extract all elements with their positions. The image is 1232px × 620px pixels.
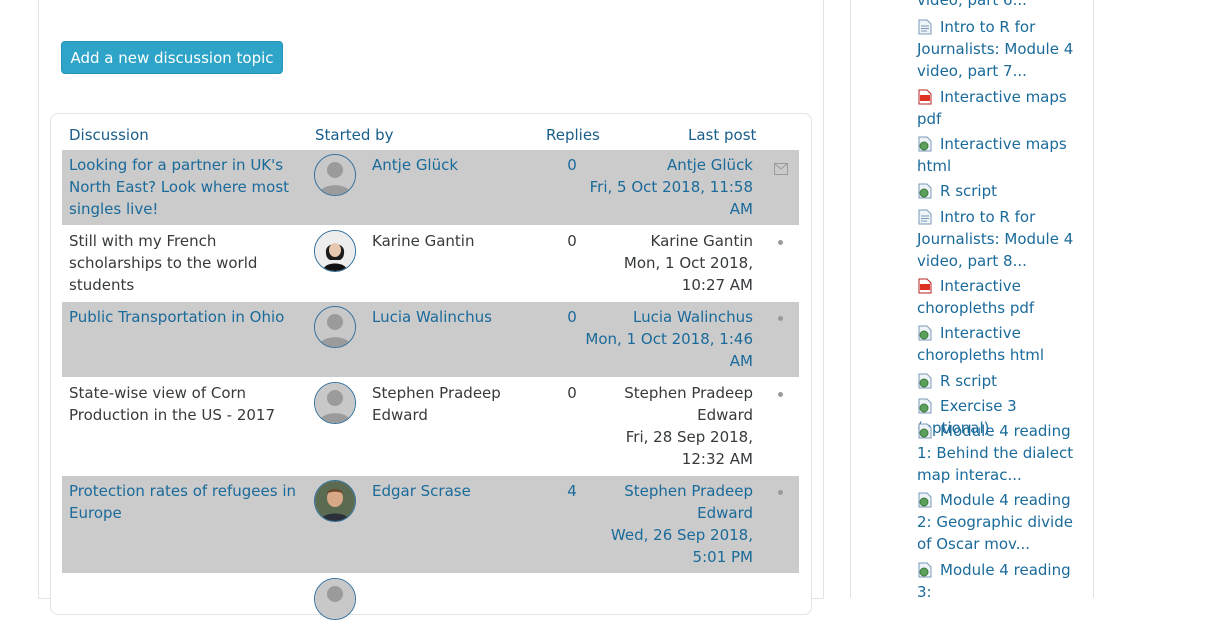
sidebar-item[interactable]: Module 4 reading 3: xyxy=(917,559,1089,603)
sidebar-item[interactable]: Module 4 reading 1: Behind the dialect m… xyxy=(917,420,1089,486)
last-post-author-link[interactable]: Karine Gantin xyxy=(582,230,753,252)
sidebar-item-label: Module 4 reading 1: Behind the dialect m… xyxy=(917,422,1074,484)
last-post-author-link[interactable]: Antje Glück xyxy=(582,154,753,176)
sidebar-item[interactable]: Intro to R for Journalists: Module 4 vid… xyxy=(917,16,1089,82)
avatar[interactable] xyxy=(314,306,356,348)
sidebar-item-label: R script xyxy=(940,182,997,200)
last-post-date-link[interactable]: Fri, 5 Oct 2018, 11:58 AM xyxy=(582,176,753,220)
column-header-replies[interactable]: Replies xyxy=(546,126,600,144)
last-post-date-link[interactable]: Fri, 28 Sep 2018, 12:32 AM xyxy=(582,426,753,470)
last-post-author-link[interactable]: Stephen Pradeep Edward xyxy=(582,382,753,426)
last-post-author-link[interactable]: Lucia Walinchus xyxy=(582,306,753,328)
table-row: Protection rates of refugees in Europe E… xyxy=(62,476,799,573)
avatar[interactable] xyxy=(314,578,356,620)
last-post: Antje Glück Fri, 5 Oct 2018, 11:58 AM xyxy=(582,154,753,220)
table-row: State-wise view of Corn Production in th… xyxy=(62,378,799,475)
sidebar-item-label: R script xyxy=(940,372,997,390)
sidebar-item-label: Intro to R for Journalists: Module 4 vid… xyxy=(917,208,1074,270)
sidebar-item[interactable]: Interactive maps pdf xyxy=(917,86,1089,130)
sidebar-item-label: Interactive choropleths pdf xyxy=(917,277,1035,317)
subscription-indicator-icon[interactable] xyxy=(778,240,783,245)
last-post-date-link[interactable]: Wed, 26 Sep 2018, 5:01 PM xyxy=(582,524,753,568)
avatar[interactable] xyxy=(314,480,356,522)
last-post: Stephen Pradeep Edward Fri, 28 Sep 2018,… xyxy=(582,382,753,470)
subscription-indicator-icon[interactable] xyxy=(778,490,783,495)
table-row xyxy=(62,575,799,620)
last-post-author-link[interactable]: Stephen Pradeep Edward xyxy=(582,480,753,524)
avatar[interactable] xyxy=(314,382,356,424)
page-icon xyxy=(917,19,933,35)
sidebar-item-label: Module 4 reading 2: Geographic divide of… xyxy=(917,491,1073,553)
sidebar-item-label: Module 4 reading 3: xyxy=(917,561,1071,601)
author-link[interactable]: Edgar Scrase xyxy=(372,480,532,502)
last-post: Karine Gantin Mon, 1 Oct 2018, 10:27 AM xyxy=(582,230,753,296)
table-row: Still with my French scholarships to the… xyxy=(62,226,799,301)
sidebar-item-label: video, part 6... xyxy=(917,0,1027,9)
column-header-discussion[interactable]: Discussion xyxy=(69,126,149,144)
subscription-indicator-icon[interactable] xyxy=(778,316,783,321)
discussion-title-link[interactable]: Looking for a partner in UK's North East… xyxy=(69,154,299,220)
sidebar-item[interactable]: Module 4 reading 2: Geographic divide of… xyxy=(917,489,1089,555)
add-discussion-topic-button[interactable]: Add a new discussion topic xyxy=(61,41,283,74)
pdf-icon xyxy=(917,89,933,105)
url-icon xyxy=(917,398,933,414)
last-post-date-link[interactable]: Mon, 1 Oct 2018, 10:27 AM xyxy=(582,252,753,296)
url-icon xyxy=(917,183,933,199)
table-row: Looking for a partner in UK's North East… xyxy=(62,150,799,225)
last-post: Lucia Walinchus Mon, 1 Oct 2018, 1:46 AM xyxy=(582,306,753,372)
discussion-title-link[interactable]: State-wise view of Corn Production in th… xyxy=(69,382,299,426)
url-icon xyxy=(917,423,933,439)
column-header-started-by[interactable]: Started by xyxy=(315,126,394,144)
url-icon xyxy=(917,325,933,341)
url-icon xyxy=(917,136,933,152)
table-row: Public Transportation in Ohio Lucia Wali… xyxy=(62,302,799,377)
sidebar-item-label: Interactive maps html xyxy=(917,135,1067,175)
pdf-icon xyxy=(917,278,933,294)
last-post: Stephen Pradeep Edward Wed, 26 Sep 2018,… xyxy=(582,480,753,568)
author-link[interactable]: Lucia Walinchus xyxy=(372,306,532,328)
subscription-indicator-icon[interactable] xyxy=(778,392,783,397)
sidebar-item[interactable]: R script xyxy=(917,370,1089,392)
avatar[interactable] xyxy=(314,154,356,196)
url-icon xyxy=(917,373,933,389)
url-icon xyxy=(917,492,933,508)
sidebar-item[interactable]: R script xyxy=(917,180,1089,202)
page-icon xyxy=(917,209,933,225)
sidebar-item[interactable]: Intro to R for Journalists: Module 4 vid… xyxy=(917,206,1089,272)
author-link[interactable]: Karine Gantin xyxy=(372,230,532,252)
sidebar-item[interactable]: Interactive choropleths html xyxy=(917,322,1089,366)
author-link[interactable]: Antje Glück xyxy=(372,154,532,176)
sidebar-item[interactable]: Interactive choropleths pdf xyxy=(917,275,1089,319)
sidebar-item-label: Interactive choropleths html xyxy=(917,324,1045,364)
discussion-title-link[interactable]: Public Transportation in Ohio xyxy=(69,306,299,328)
sidebar-item[interactable]: video, part 6... xyxy=(917,0,1089,11)
sidebar-item-label: Interactive maps pdf xyxy=(917,88,1067,128)
avatar[interactable] xyxy=(314,230,356,272)
sidebar-item[interactable]: Interactive maps html xyxy=(917,133,1089,177)
last-post-date-link[interactable]: Mon, 1 Oct 2018, 1:46 AM xyxy=(582,328,753,372)
column-header-last-post[interactable]: Last post xyxy=(688,126,756,144)
sidebar-item-label: Intro to R for Journalists: Module 4 vid… xyxy=(917,18,1074,80)
url-icon xyxy=(917,562,933,578)
discussion-title-link[interactable]: Protection rates of refugees in Europe xyxy=(69,480,299,524)
subscribe-toggle-icon[interactable] xyxy=(774,160,788,179)
discussion-title-link[interactable]: Still with my French scholarships to the… xyxy=(69,230,299,296)
author-link[interactable]: Stephen Pradeep Edward xyxy=(372,382,522,426)
